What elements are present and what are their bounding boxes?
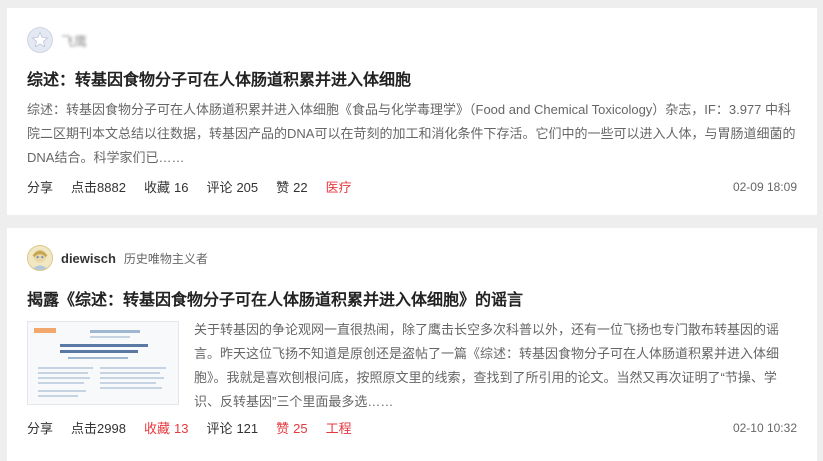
favorites-count: 13 <box>173 421 189 436</box>
post-title[interactable]: 揭露《综述：转基因食物分子可在人体肠道积累并进入体细胞》的谣言 <box>27 286 523 310</box>
author-tagline: 历史唯物主义者 <box>123 251 208 266</box>
likes-count: 25 <box>293 421 308 436</box>
share-button[interactable]: 分享 <box>27 418 53 437</box>
post-title[interactable]: 综述：转基因食物分子可在人体肠道积累并进入体细胞 <box>27 66 411 90</box>
clicks-label: 点击 <box>71 180 98 195</box>
post-meta: 分享 点击2998 收藏 13 评论 121 赞 25 工程 02-10 10:32 <box>27 418 797 437</box>
favorites-count: 16 <box>173 180 189 195</box>
comments-count: 121 <box>236 421 259 436</box>
post-meta: 分享 点击8882 收藏 16 评论 205 赞 22 医疗 02-09 18:09 <box>27 177 797 196</box>
post-thumbnail[interactable] <box>27 321 179 405</box>
favorites-label: 收藏 <box>143 180 170 195</box>
like-button[interactable]: 赞 22 <box>276 177 307 196</box>
share-button[interactable]: 分享 <box>27 177 53 196</box>
post-card: diewisch 历史唯物主义者 揭露《综述：转基因食物分子可在人体肠道积累并进… <box>7 228 817 461</box>
comments-label: 评论 <box>206 421 233 436</box>
star-icon <box>31 31 49 48</box>
favorites-label: 收藏 <box>143 421 170 436</box>
author-name[interactable]: 飞鹰 <box>61 31 87 50</box>
comment-button[interactable]: 评论 205 <box>206 177 258 196</box>
clicks-count: 8882 <box>97 180 126 195</box>
post-card: 飞鹰 综述：转基因食物分子可在人体肠道积累并进入体细胞 综述：转基因食物分子可在… <box>7 8 817 215</box>
author-row: 飞鹰 <box>27 27 87 53</box>
favorite-button[interactable]: 收藏 16 <box>144 177 188 196</box>
default-avatar-icon[interactable] <box>27 27 53 53</box>
likes-label: 赞 <box>276 180 290 195</box>
post-date: 02-10 10:32 <box>732 420 797 435</box>
clicks-stat: 点击8882 <box>71 177 126 196</box>
clicks-label: 点击 <box>71 421 98 436</box>
post-summary[interactable]: 关于转基因的争论观网一直很热闹，除了鹰击长空多次科普以外，还有一位飞扬也专门散布… <box>194 318 796 414</box>
avatar-illustration-icon <box>31 249 49 270</box>
user-avatar[interactable] <box>27 245 53 271</box>
comments-label: 评论 <box>206 180 233 195</box>
author-name[interactable]: diewisch <box>61 251 116 266</box>
document-preview-icon <box>28 322 178 404</box>
clicks-count: 2998 <box>97 421 126 436</box>
clicks-stat: 点击2998 <box>71 418 126 437</box>
comment-button[interactable]: 评论 121 <box>206 418 258 437</box>
author-row: diewisch 历史唯物主义者 <box>27 245 208 271</box>
category-tag[interactable]: 医疗 <box>326 177 352 196</box>
like-button[interactable]: 赞 25 <box>276 418 307 437</box>
favorite-button[interactable]: 收藏 13 <box>144 418 188 437</box>
likes-label: 赞 <box>276 421 290 436</box>
post-date: 02-09 18:09 <box>732 179 797 194</box>
category-tag[interactable]: 工程 <box>326 418 352 437</box>
likes-count: 22 <box>293 180 308 195</box>
post-summary[interactable]: 综述：转基因食物分子可在人体肠道积累并进入体细胞《食品与化学毒理学》（Food … <box>27 98 797 170</box>
comments-count: 205 <box>236 180 259 195</box>
